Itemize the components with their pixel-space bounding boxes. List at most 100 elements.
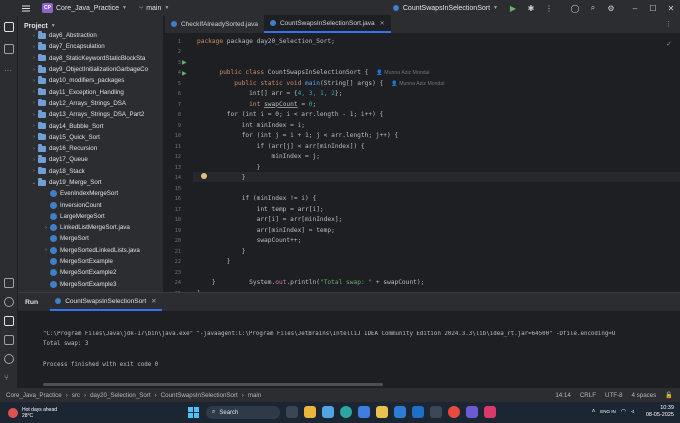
more-tools-icon[interactable]: ··· <box>4 66 14 76</box>
chevron-icon[interactable]: › <box>42 247 50 253</box>
close-icon[interactable]: ✕ <box>380 20 385 27</box>
chevron-icon[interactable]: › <box>30 100 38 106</box>
branch-selector[interactable]: ⑂ main ▼ <box>139 5 169 12</box>
tree-folder[interactable]: › day9_ObjectInitializationGarbageCo <box>18 64 158 75</box>
account-icon[interactable]: ◯ <box>568 1 582 15</box>
services-tool-icon[interactable] <box>4 297 14 307</box>
tab-check-if-already-sorted[interactable]: CheckIfAlreadySorted.java <box>165 15 264 33</box>
chevron-icon[interactable]: ⌄ <box>30 180 38 186</box>
tree-folder[interactable]: › day13_Arrays_Strings_DSA_Part2 <box>18 109 158 120</box>
cursor-position[interactable]: 14:14 <box>555 392 570 399</box>
breadcrumb-item[interactable]: day20_Selection_Sort <box>90 392 151 399</box>
mail-icon[interactable] <box>394 406 406 418</box>
chevron-icon[interactable]: › <box>30 78 38 84</box>
chevron-icon[interactable]: › <box>30 89 38 95</box>
chevron-icon[interactable]: › <box>30 134 38 140</box>
settings-icon[interactable]: ⚙ <box>604 1 618 15</box>
file-explorer-icon[interactable] <box>304 406 316 418</box>
chevron-icon[interactable]: › <box>30 146 38 152</box>
problems-tool-icon[interactable] <box>4 354 14 364</box>
breadcrumb-item[interactable]: Core_Java_Practice <box>6 392 62 399</box>
tree-folder[interactable]: › day15_Quick_Sort <box>18 132 158 143</box>
run-class-icon[interactable]: ▶ <box>182 59 188 66</box>
tree-folder[interactable]: › day10_modifiers_packages <box>18 75 158 86</box>
tree-class[interactable]: › MergeSortedLinkedLists.java <box>18 245 158 256</box>
minimize-icon[interactable]: – <box>628 1 642 15</box>
tree-folder[interactable]: › day8_StaticKeywordStaticBlockSta <box>18 53 158 64</box>
tree-folder[interactable]: › day11_Exception_Handling <box>18 86 158 97</box>
maximize-icon[interactable]: ☐ <box>646 1 660 15</box>
breadcrumb-item[interactable]: CountSwapsInSelectionSort <box>161 392 238 399</box>
tree-class[interactable]: LargeMergeSort <box>18 211 158 222</box>
tree-folder[interactable]: › day17_Queue <box>18 154 158 165</box>
system-tray[interactable]: ˄ ENG IN ◠ ◃ <box>592 408 634 416</box>
search-icon[interactable]: ⌕ <box>586 1 600 15</box>
chevron-icon[interactable]: › <box>30 123 38 129</box>
teams-icon[interactable] <box>466 406 478 418</box>
breadcrumb-item[interactable]: src <box>72 392 80 399</box>
run-tab[interactable]: CountSwapsInSelectionSort ✕ <box>50 293 162 311</box>
tree-folder[interactable]: › day7_Encapsulation <box>18 41 158 52</box>
run-tool-icon[interactable] <box>4 316 14 326</box>
tree-folder[interactable]: ⌄ day19_Merge_Sort <box>18 177 158 188</box>
run-icon[interactable]: ▶ <box>506 1 520 15</box>
edge-icon[interactable] <box>340 406 352 418</box>
tree-folder[interactable]: › day12_Arrays_Strings_DSA <box>18 98 158 109</box>
debug-icon[interactable]: ✱ <box>524 1 538 15</box>
build-tool-icon[interactable] <box>4 278 14 288</box>
project-badge[interactable]: CP <box>42 3 53 13</box>
media-icon[interactable] <box>430 406 442 418</box>
code-editor[interactable]: 1234567891011121314151617181920212223242… <box>165 34 680 292</box>
project-selector[interactable]: Core_Java_Practice ▼ <box>56 5 127 12</box>
git-tool-icon[interactable]: ⑂ <box>4 373 14 383</box>
close-icon[interactable]: ✕ <box>664 1 678 15</box>
tab-count-swaps-in-selection-sort[interactable]: CountSwapsInSelectionSort.java ✕ <box>263 15 391 33</box>
tree-folder[interactable]: › day14_Bubble_Sort <box>18 120 158 131</box>
taskbar-clock[interactable]: 10:39 08-05-2025 <box>646 405 674 419</box>
weather-widget[interactable]: Hot days ahead 28°C <box>8 407 57 419</box>
chevron-icon[interactable]: › <box>30 33 38 39</box>
more-icon[interactable]: ⋮ <box>542 1 556 15</box>
chrome-icon[interactable] <box>448 406 460 418</box>
java-class-icon <box>50 224 57 232</box>
windows-start-icon[interactable] <box>188 407 199 418</box>
file-encoding[interactable]: UTF-8 <box>605 392 623 399</box>
tree-folder[interactable]: › day18_Stack <box>18 166 158 177</box>
taskbar-search[interactable]: ⌕ Search <box>206 406 280 419</box>
chevron-icon[interactable]: › <box>30 168 38 174</box>
tree-class[interactable]: MergeSort <box>18 233 158 244</box>
indent-setting[interactable]: 4 spaces <box>632 392 657 399</box>
terminal-tool-icon[interactable] <box>4 335 14 345</box>
tree-class[interactable]: InversionCount <box>18 199 158 210</box>
structure-tool-icon[interactable] <box>4 44 14 54</box>
console-scrollbar[interactable] <box>43 383 383 386</box>
lock-icon[interactable]: 🔓 <box>665 391 673 399</box>
chevron-icon[interactable]: › <box>30 157 38 163</box>
store-icon[interactable] <box>358 406 370 418</box>
tree-class[interactable]: MergeSortExample3 <box>18 279 158 290</box>
breadcrumb-item[interactable]: main <box>248 392 261 399</box>
outlook-icon[interactable] <box>412 406 424 418</box>
more-icon[interactable]: ⋮ <box>665 20 672 28</box>
tree-class[interactable]: › LinkedListMergeSort.java <box>18 222 158 233</box>
project-tool-icon[interactable] <box>4 22 14 32</box>
tree-folder[interactable]: › day16_Recursion <box>18 143 158 154</box>
main-menu-icon[interactable] <box>18 0 34 16</box>
copilot-icon[interactable] <box>322 406 334 418</box>
intellij-icon[interactable] <box>484 406 496 418</box>
tree-class[interactable]: MergeSortExample2 <box>18 267 158 278</box>
line-separator[interactable]: CRLF <box>580 392 596 399</box>
run-main-icon[interactable]: ▶ <box>182 70 188 77</box>
tree-folder[interactable]: › day6_Abstraction <box>18 30 158 41</box>
chevron-icon[interactable]: › <box>30 55 38 61</box>
tree-class[interactable]: MergeSortExample <box>18 256 158 267</box>
run-config-selector[interactable]: CountSwapsInSelectionSort ▼ <box>392 5 498 12</box>
close-icon[interactable]: ✕ <box>151 297 156 305</box>
chevron-icon[interactable]: › <box>30 67 38 73</box>
chevron-icon[interactable]: › <box>30 112 38 118</box>
chevron-icon[interactable]: › <box>30 44 38 50</box>
chevron-icon[interactable]: › <box>42 225 50 231</box>
explorer-folder-icon[interactable] <box>376 406 388 418</box>
task-view-icon[interactable] <box>286 406 298 418</box>
tree-class[interactable]: EvenIndexMergeSort <box>18 188 158 199</box>
